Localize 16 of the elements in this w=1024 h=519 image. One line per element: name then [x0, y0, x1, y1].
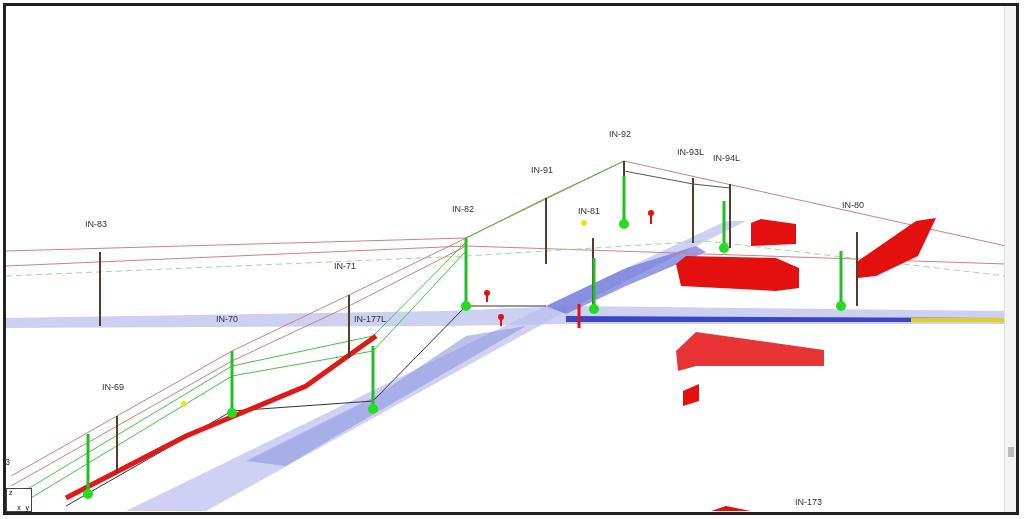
- pole-label: IN-173: [795, 498, 822, 507]
- scrollbar[interactable]: [1004, 6, 1016, 512]
- pole-label: IN-70: [216, 315, 238, 324]
- pole-label: IN-82: [452, 205, 474, 214]
- pole-label: IN-81: [578, 207, 600, 216]
- pole-label: IN-71: [334, 262, 356, 271]
- pole-label: IN-94L: [713, 154, 740, 163]
- pole-label: IN-91: [531, 166, 553, 175]
- pole-label: IN-80: [842, 201, 864, 210]
- pole-label: IN-83: [85, 220, 107, 229]
- scrollbar-thumb[interactable]: [1007, 447, 1014, 457]
- pole-label: IN-92: [609, 130, 631, 139]
- pole-label: 3: [6, 458, 10, 467]
- pole-label: IN-93L: [677, 148, 704, 157]
- pole-label: IN-69: [102, 383, 124, 392]
- pole-label: IN-177L: [354, 315, 387, 324]
